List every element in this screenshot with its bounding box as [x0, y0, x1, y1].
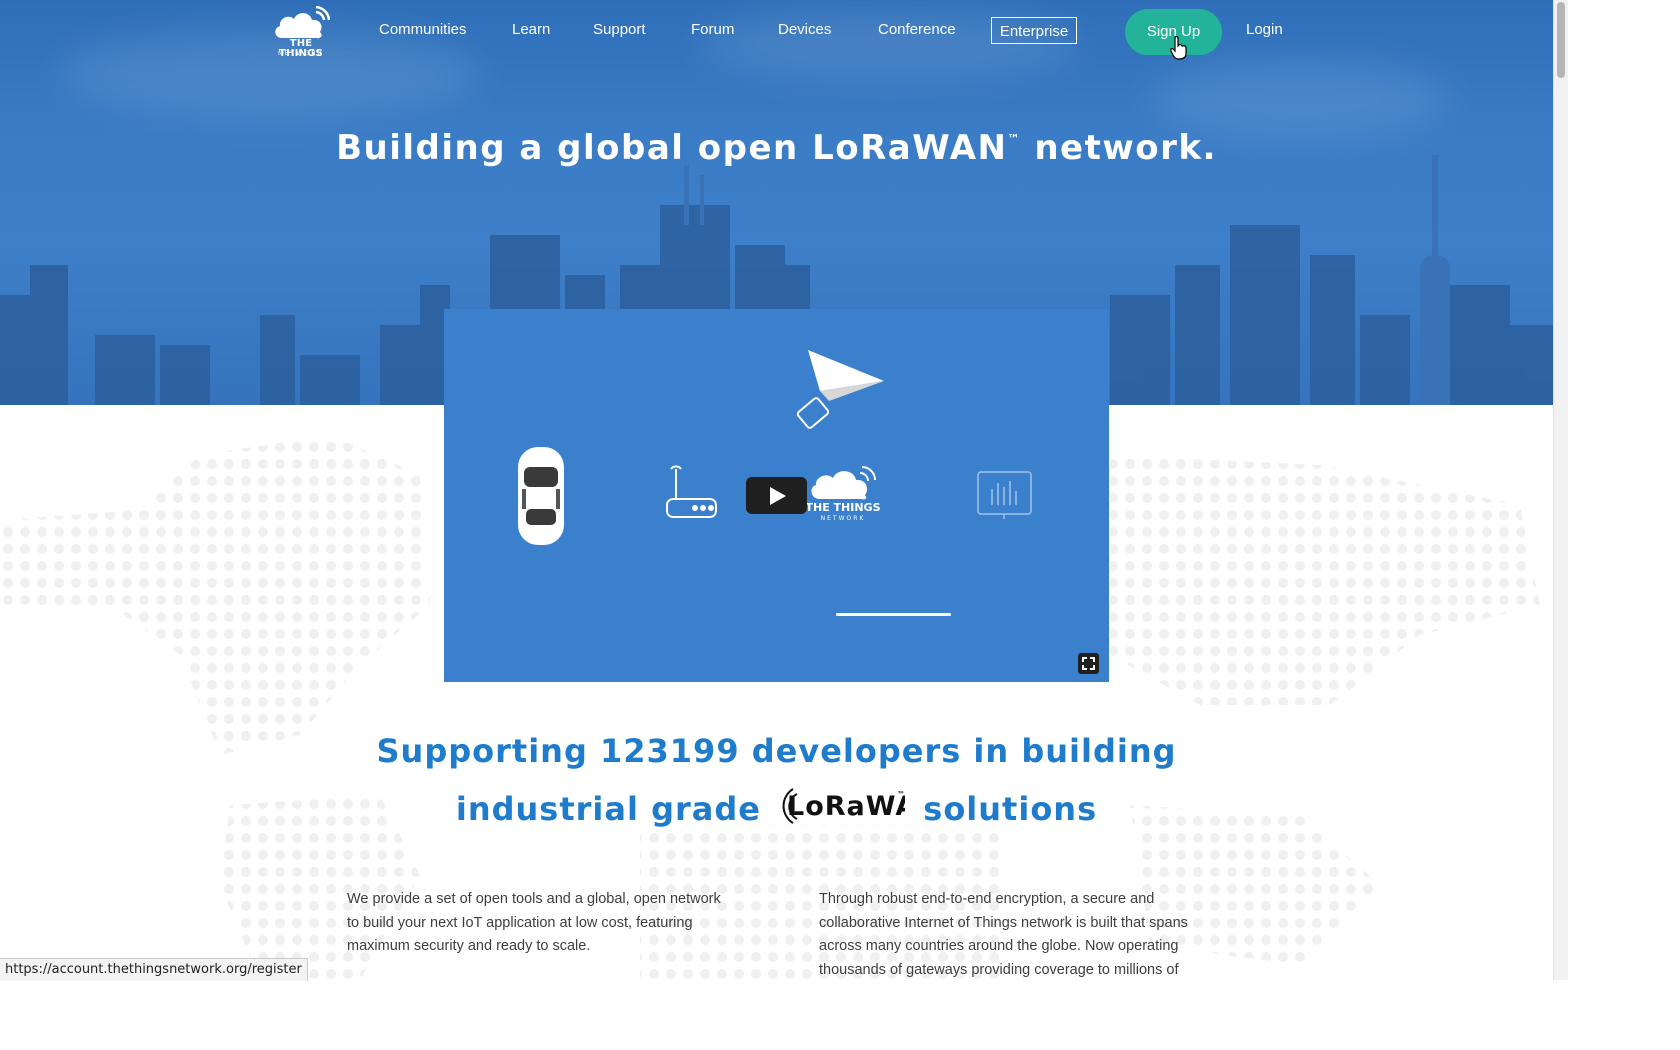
hand-cursor-icon [1170, 36, 1187, 60]
fullscreen-button[interactable] [1078, 653, 1099, 674]
intro-paragraph-left: We provide a set of open tools and a glo… [347, 891, 721, 954]
nav-conference[interactable]: Conference [878, 21, 956, 39]
nav-learn[interactable]: Learn [512, 21, 550, 39]
video-logo-text: THE THINGS [805, 501, 880, 514]
hero-title-end: network. [1020, 128, 1217, 168]
logo-subtext: NETWORK [277, 50, 325, 57]
lorawan-logo-text: LoRaWAN [787, 791, 905, 822]
ttn-cloud-icon: THE THINGS NETWORK [805, 466, 881, 522]
fullscreen-icon [1082, 657, 1095, 670]
video-logo-subtext: NETWORK [821, 515, 866, 522]
lorawan-logo-icon: LoRaWAN ™ [782, 788, 905, 824]
top-navigation: THE THINGS NETWORK Communities Learn Sup… [0, 0, 1553, 62]
dashboard-monitor-icon [977, 471, 1032, 519]
nav-support[interactable]: Support [593, 21, 646, 39]
paper-plane-icon [796, 350, 884, 429]
nav-forum[interactable]: Forum [691, 21, 734, 39]
nav-devices[interactable]: Devices [778, 21, 831, 39]
gateway-icon [666, 465, 717, 518]
link-status-bar: https://account.thethingsnetwork.org/reg… [0, 958, 308, 981]
intro-paragraph-right: Through robust end-to-end encryption, a … [819, 891, 1188, 978]
page-scrollbar[interactable] [1553, 0, 1568, 980]
car-icon [518, 447, 564, 545]
nav-communities[interactable]: Communities [379, 21, 467, 39]
headline-line2-end: solutions [923, 790, 1098, 828]
ttn-logo[interactable]: THE THINGS NETWORK [268, 6, 334, 59]
cloud-logo-icon [275, 6, 330, 39]
login-link[interactable]: Login [1246, 21, 1283, 39]
hero-title: Building a global open LoRaWAN™ network. [0, 128, 1553, 168]
intro-video-player[interactable]: THE THINGS NETWORK [444, 309, 1109, 682]
scrollbar-thumb[interactable] [1557, 2, 1565, 78]
enterprise-button[interactable]: Enterprise [991, 17, 1077, 44]
video-progress-line [836, 613, 951, 616]
trademark-symbol: ™ [1007, 132, 1021, 146]
video-play-button[interactable] [746, 477, 807, 514]
hero-title-text: Building a global open LoRaWAN [336, 128, 1008, 168]
headline-line2: industrial grade LoRaWAN ™ solutions [0, 780, 1553, 838]
lorawan-tm: ™ [897, 790, 905, 799]
developer-count-headline: Supporting 123199 developers in building… [0, 722, 1553, 838]
headline-line2-start: industrial grade [455, 790, 761, 828]
headline-line1: Supporting 123199 developers in building [376, 732, 1177, 770]
